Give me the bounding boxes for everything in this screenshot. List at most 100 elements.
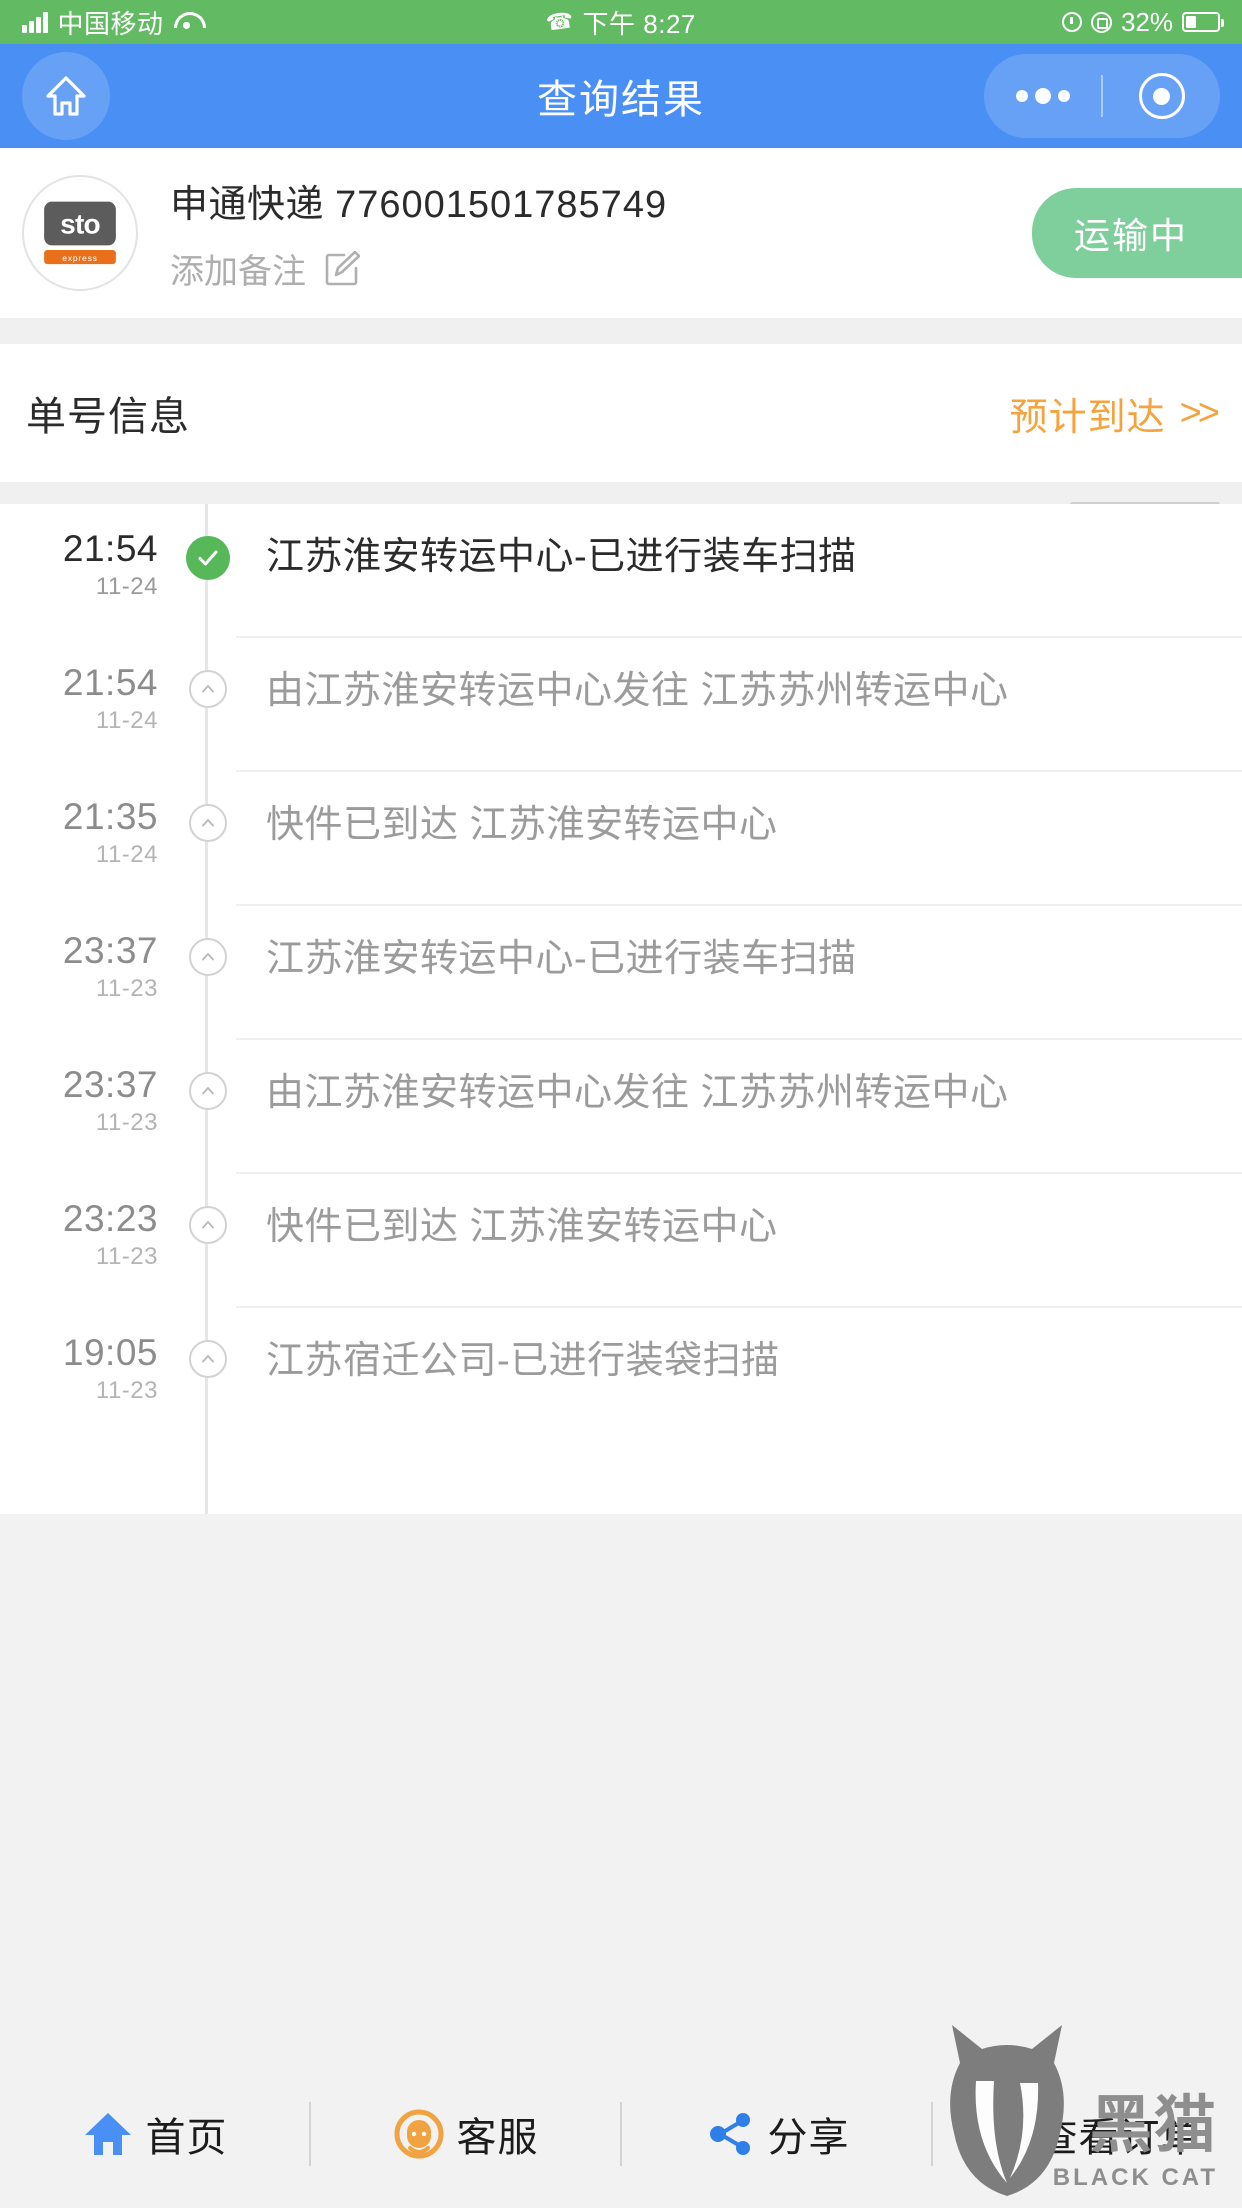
timeline-date: 11-23 (95, 1376, 158, 1404)
timeline-timestamp: 23:23 11-23 (0, 1174, 180, 1271)
edit-note-icon[interactable] (324, 250, 361, 287)
target-circle-icon (1138, 73, 1185, 119)
chevron-up-circle-icon (189, 670, 227, 708)
timeline-marker (180, 638, 236, 708)
timeline-date: 11-23 (95, 1108, 158, 1136)
chevron-up-circle-icon (189, 1206, 227, 1244)
battery-icon (1182, 12, 1224, 32)
wifi-icon (173, 12, 206, 32)
svg-text:sto: sto (60, 209, 100, 240)
timeline-body: 快件已到达 江苏淮安转运中心 (236, 772, 1242, 906)
bottom-item-label: 查看订单 (1037, 2116, 1202, 2160)
timeline-marker (180, 1174, 236, 1244)
add-note-row[interactable]: 添加备注 (170, 244, 667, 293)
timeline-item[interactable]: 21:54 11-24 由江苏淮安转运中心发往 江苏苏州转运中心 (0, 638, 1242, 772)
timeline-time: 19:05 (62, 1332, 158, 1373)
status-bar-right: 32% (1061, 6, 1224, 38)
timeline-date: 11-23 (95, 1242, 158, 1270)
nav-bar: 查询结果 (0, 44, 1242, 148)
timeline-marker (180, 906, 236, 976)
timeline-item[interactable]: 23:23 11-23 快件已到达 江苏淮安转运中心 (0, 1174, 1242, 1308)
timeline-timestamp: 19:05 11-23 (0, 1308, 180, 1405)
scroll-indicator-band (0, 482, 1242, 507)
timeline-marker (180, 504, 236, 580)
alarm-clock-icon (1061, 12, 1082, 32)
courier-logo: sto express (22, 175, 138, 291)
screen-rotation-icon (1090, 11, 1112, 33)
chevron-right-double-icon: >> (1179, 391, 1220, 434)
close-miniprogram-button[interactable] (1103, 73, 1220, 119)
timeline-text: 由江苏淮安转运中心发往 江苏苏州转运中心 (266, 670, 1009, 712)
battery-percent-label: 32% (1120, 6, 1173, 37)
timeline-text: 由江苏淮安转运中心发往 江苏苏州转运中心 (266, 1072, 1009, 1114)
home-filled-icon (82, 2108, 134, 2160)
timeline-date: 11-23 (95, 974, 158, 1002)
timeline-marker (180, 772, 236, 842)
timeline-item[interactable]: 21:54 11-24 江苏淮安转运中心-已进行装车扫描 (0, 504, 1242, 638)
timeline-timestamp: 21:54 11-24 (0, 638, 180, 735)
courier-card[interactable]: sto express 申通快递 776001501785749 添加备注 运输… (0, 148, 1242, 318)
estimated-arrival-link[interactable]: 预计到达 >> (1009, 386, 1220, 441)
section-divider (0, 318, 1242, 344)
bottom-item-home[interactable]: 首页 (0, 2105, 309, 2163)
tracking-number: 776001501785749 (335, 184, 668, 226)
bottom-item-label: 客服 (456, 2116, 539, 2160)
bottom-item-share[interactable]: 分享 (622, 2105, 931, 2163)
timeline-date: 11-24 (95, 572, 158, 600)
timeline-text: 江苏宿迁公司-已进行装袋扫描 (266, 1340, 780, 1382)
courier-name-and-number: 申通快递 776001501785749 (170, 173, 667, 228)
chevron-up-circle-icon (189, 1340, 227, 1378)
clock-label: 下午 8:27 (582, 8, 696, 39)
carrier-label: 中国移动 (57, 8, 164, 39)
chevron-up-circle-icon (189, 938, 227, 976)
add-note-label: 添加备注 (170, 253, 306, 291)
share-nodes-icon (704, 2108, 756, 2160)
bottom-item-label: 首页 (145, 2116, 228, 2160)
timeline-timestamp: 21:54 11-24 (0, 504, 180, 601)
timeline-timestamp: 23:37 11-23 (0, 1040, 180, 1137)
timeline-time: 21:54 (62, 528, 158, 569)
chevron-up-circle-icon (189, 804, 227, 842)
timeline-body: 由江苏淮安转运中心发往 江苏苏州转运中心 (236, 638, 1242, 772)
bottom-item-customer-service[interactable]: 客服 (311, 2105, 620, 2163)
timeline-timestamp: 21:35 11-24 (0, 772, 180, 869)
bottom-action-bar: 首页 客服 分享 查看订单 (0, 2060, 1242, 2208)
chevron-up-circle-icon (189, 1072, 227, 1110)
timeline-marker (180, 1308, 236, 1378)
timeline-marker (180, 1040, 236, 1110)
tracking-info-header: 单号信息 预计到达 >> (0, 344, 1242, 482)
timeline-text: 快件已到达 江苏淮安转运中心 (266, 1206, 778, 1248)
timeline-body: 江苏淮安转运中心-已进行装车扫描 (236, 504, 1242, 638)
signal-bars-icon (22, 11, 48, 33)
section-title: 单号信息 (26, 395, 190, 439)
timeline-date: 11-24 (95, 706, 158, 734)
status-bar: 中国移动 ☎ 下午 8:27 32% (0, 0, 1242, 44)
timeline-date: 11-24 (95, 840, 158, 868)
timeline-time: 23:23 (62, 1198, 158, 1239)
check-circle-icon (186, 536, 230, 580)
timeline-item[interactable]: 23:37 11-23 由江苏淮安转运中心发往 江苏苏州转运中心 (0, 1040, 1242, 1174)
timeline-time: 23:37 (62, 1064, 158, 1105)
timeline-timestamp: 23:37 11-23 (0, 906, 180, 1003)
more-menu-button[interactable] (984, 88, 1101, 104)
order-list-icon (974, 2108, 1026, 2160)
tracking-timeline[interactable]: 21:54 11-24 江苏淮安转运中心-已进行装车扫描 21:54 11-24… (0, 504, 1242, 1514)
timeline-time: 21:54 (62, 662, 158, 703)
sto-express-logo-icon: sto express (44, 201, 116, 265)
timeline-body: 江苏淮安转运中心-已进行装车扫描 (236, 906, 1242, 1040)
timeline-text: 快件已到达 江苏淮安转运中心 (266, 804, 778, 846)
courier-name: 申通快递 (170, 184, 325, 226)
timeline-text: 江苏淮安转运中心-已进行装车扫描 (266, 536, 857, 578)
customer-service-icon (393, 2108, 445, 2160)
timeline-item[interactable]: 23:37 11-23 江苏淮安转运中心-已进行装车扫描 (0, 906, 1242, 1040)
timeline-item[interactable]: 19:05 11-23 江苏宿迁公司-已进行装袋扫描 (0, 1308, 1242, 1442)
timeline-item[interactable]: 21:35 11-24 快件已到达 江苏淮安转运中心 (0, 772, 1242, 906)
courier-info: 申通快递 776001501785749 添加备注 (170, 173, 667, 293)
estimated-arrival-label: 预计到达 (1009, 396, 1166, 439)
bottom-item-label: 分享 (767, 2116, 850, 2160)
timeline-body: 快件已到达 江苏淮安转运中心 (236, 1174, 1242, 1308)
status-badge: 运输中 (1032, 188, 1242, 278)
more-dots-icon (1015, 88, 1070, 104)
timeline-text: 江苏淮安转运中心-已进行装车扫描 (266, 938, 857, 980)
bottom-item-view-order[interactable]: 查看订单 (933, 2105, 1242, 2163)
